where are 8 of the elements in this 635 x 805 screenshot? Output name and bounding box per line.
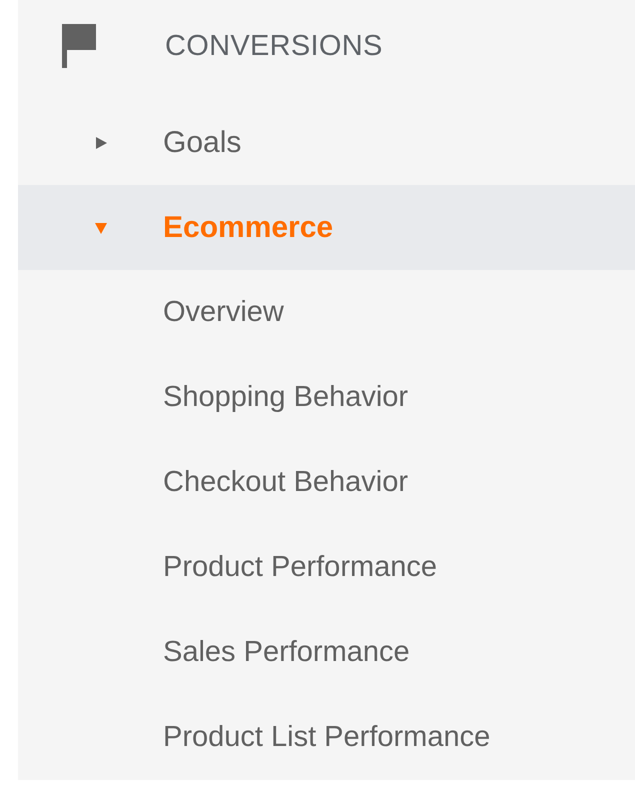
section-title: CONVERSIONS [165,30,383,62]
nav-subitem[interactable]: Overview [18,270,635,355]
nav-item[interactable]: Goals [18,100,635,185]
nav-subitem[interactable]: Product List Performance [18,695,635,780]
nav-subitem[interactable]: Sales Performance [18,610,635,695]
nav-subitem[interactable]: Product Performance [18,525,635,610]
nav-subitem[interactable]: Checkout Behavior [18,440,635,525]
nav-subitem[interactable]: Shopping Behavior [18,355,635,440]
